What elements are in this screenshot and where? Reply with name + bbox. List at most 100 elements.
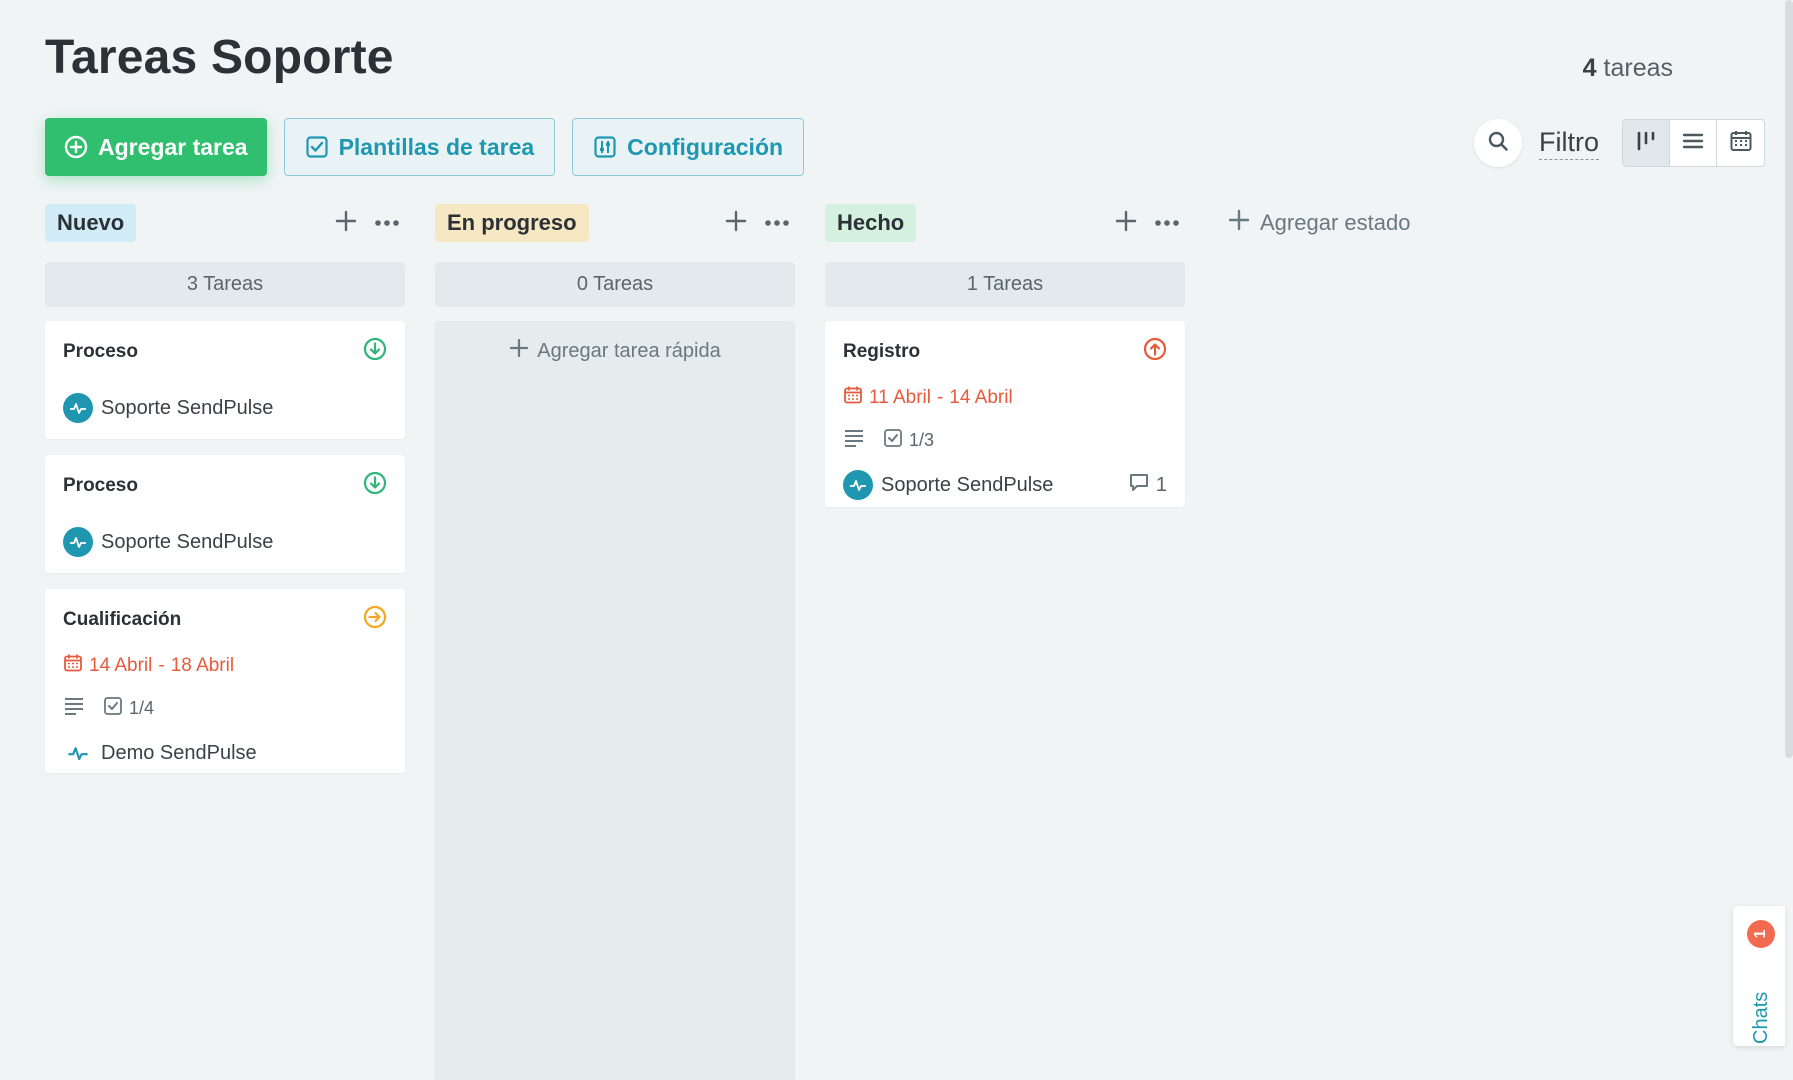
plus-icon <box>509 338 529 364</box>
card-owner: Demo SendPulse <box>63 738 257 768</box>
task-card[interactable]: Proceso Soporte SendPulse <box>45 455 405 573</box>
column-actions <box>1114 209 1185 238</box>
filter-link[interactable]: Filtro <box>1539 126 1599 160</box>
date-start: 11 Abril <box>869 387 931 408</box>
add-task-button[interactable]: Agregar tarea <box>45 118 267 176</box>
priority-low-icon <box>363 471 387 500</box>
chats-label: Chats <box>1750 991 1772 1044</box>
checkbox-icon <box>305 135 329 159</box>
card-owner: Soporte SendPulse <box>63 527 273 557</box>
calendar-icon <box>63 653 83 679</box>
date-end: 14 Abril <box>949 387 1013 408</box>
owner-name: Demo SendPulse <box>101 741 257 764</box>
column-task-count: 0 Tareas <box>435 262 795 307</box>
card-dates: 14 Abril - 18 Abril <box>63 653 387 679</box>
column-header: En progreso <box>435 204 795 242</box>
add-card-icon[interactable] <box>334 209 358 238</box>
comments-count: 1 <box>1128 471 1167 499</box>
card-meta: 1/4 <box>63 696 387 721</box>
status-tag: Nuevo <box>45 204 137 242</box>
column-header: Hecho <box>825 204 1185 242</box>
task-count-label: tareas <box>1603 54 1673 82</box>
view-board-button[interactable] <box>1623 120 1670 166</box>
kanban-icon <box>1634 129 1658 158</box>
task-card[interactable]: Proceso Soporte SendPulse <box>45 321 405 439</box>
task-count: 4 tareas <box>1583 54 1673 83</box>
column-nuevo: Nuevo 3 Tareas Proceso Soporte SendPulse… <box>45 204 405 773</box>
task-card[interactable]: Cualificación 14 Abril - 18 Abril 1/4 De… <box>45 589 405 773</box>
card-list: Proceso Soporte SendPulse Proceso Soport… <box>45 321 405 773</box>
column-actions <box>724 209 795 238</box>
task-card[interactable]: Registro 11 Abril - 14 Abril 1/3 Soporte… <box>825 321 1185 507</box>
more-options-icon[interactable] <box>764 214 790 232</box>
column-en-progreso: En progreso 0 Tareas Agregar tarea rápid… <box>435 204 795 1080</box>
card-title: Proceso <box>63 340 138 362</box>
owner-name: Soporte SendPulse <box>101 396 274 419</box>
page-title: Tareas Soporte <box>45 31 394 84</box>
card-title: Proceso <box>63 474 138 496</box>
more-options-icon[interactable] <box>1154 214 1180 232</box>
date-separator: - <box>158 655 165 676</box>
pulse-avatar-icon <box>63 527 93 557</box>
settings-button[interactable]: Configuración <box>572 118 805 176</box>
date-end: 18 Abril <box>170 655 235 676</box>
column-hecho: Hecho 1 Tareas Registro 11 Abril - 14 Ab… <box>825 204 1185 507</box>
settings-label: Configuración <box>627 133 784 160</box>
priority-low-icon <box>363 337 387 366</box>
plus-icon <box>1228 209 1250 237</box>
toolbar: Agregar tarea Plantillas de tarea Config… <box>45 118 805 176</box>
add-status-button[interactable]: Agregar estado <box>1228 209 1410 237</box>
checklist-icon <box>103 696 123 721</box>
sliders-icon <box>593 135 617 159</box>
column-task-count: 1 Tareas <box>825 262 1185 307</box>
date-start: 14 Abril <box>89 655 153 676</box>
card-title: Registro <box>843 340 921 362</box>
view-switcher <box>1622 119 1765 167</box>
description-icon <box>843 428 865 453</box>
add-status-label: Agregar estado <box>1260 210 1411 235</box>
more-options-icon[interactable] <box>374 214 400 232</box>
description-icon <box>63 696 85 721</box>
owner-name: Soporte SendPulse <box>101 530 274 553</box>
column-actions <box>334 209 405 238</box>
checklist-progress: 1/4 <box>129 698 155 718</box>
page-scrollbar[interactable] <box>1785 0 1793 758</box>
calendar-icon <box>1729 129 1753 158</box>
add-task-label: Agregar tarea <box>98 133 248 160</box>
priority-medium-icon <box>363 605 387 634</box>
quick-add-label: Agregar tarea rápida <box>537 339 721 362</box>
task-templates-label: Plantillas de tarea <box>338 133 535 160</box>
column-task-count: 3 Tareas <box>45 262 405 307</box>
card-owner: Soporte SendPulse <box>63 393 273 423</box>
comment-icon <box>1128 471 1150 499</box>
pulse-icon <box>63 738 93 768</box>
date-separator: - <box>936 387 944 408</box>
owner-name: Soporte SendPulse <box>881 473 1054 496</box>
calendar-icon <box>843 385 863 411</box>
quick-add-task-button[interactable]: Agregar tarea rápida <box>509 337 721 365</box>
add-card-icon[interactable] <box>724 209 748 238</box>
tasks-board-page: Tareas Soporte 4 tareas Agregar tarea Pl… <box>0 0 1793 1080</box>
list-icon <box>1681 129 1705 158</box>
add-card-icon[interactable] <box>1114 209 1138 238</box>
view-tools: Filtro <box>1474 119 1765 167</box>
pulse-avatar-icon <box>63 393 93 423</box>
card-dates: 11 Abril - 14 Abril <box>843 385 1167 411</box>
comments-number: 1 <box>1155 473 1167 496</box>
view-calendar-button[interactable] <box>1717 120 1764 166</box>
task-templates-button[interactable]: Plantillas de tarea <box>283 118 556 176</box>
card-meta: 1/3 <box>843 428 1167 453</box>
checklist-icon <box>883 428 903 453</box>
search-button[interactable] <box>1474 119 1522 167</box>
card-title: Cualificación <box>63 608 182 630</box>
chats-widget-tab[interactable]: 1 Chats <box>1733 906 1785 1046</box>
checklist-progress: 1/3 <box>909 430 935 450</box>
card-owner: Soporte SendPulse <box>843 470 1053 500</box>
task-count-number: 4 <box>1582 54 1597 82</box>
pulse-avatar-icon <box>843 470 873 500</box>
status-tag: En progreso <box>435 204 589 242</box>
view-list-button[interactable] <box>1670 120 1717 166</box>
column-header: Nuevo <box>45 204 405 242</box>
plus-circle-icon <box>64 135 88 159</box>
search-icon <box>1486 129 1510 158</box>
